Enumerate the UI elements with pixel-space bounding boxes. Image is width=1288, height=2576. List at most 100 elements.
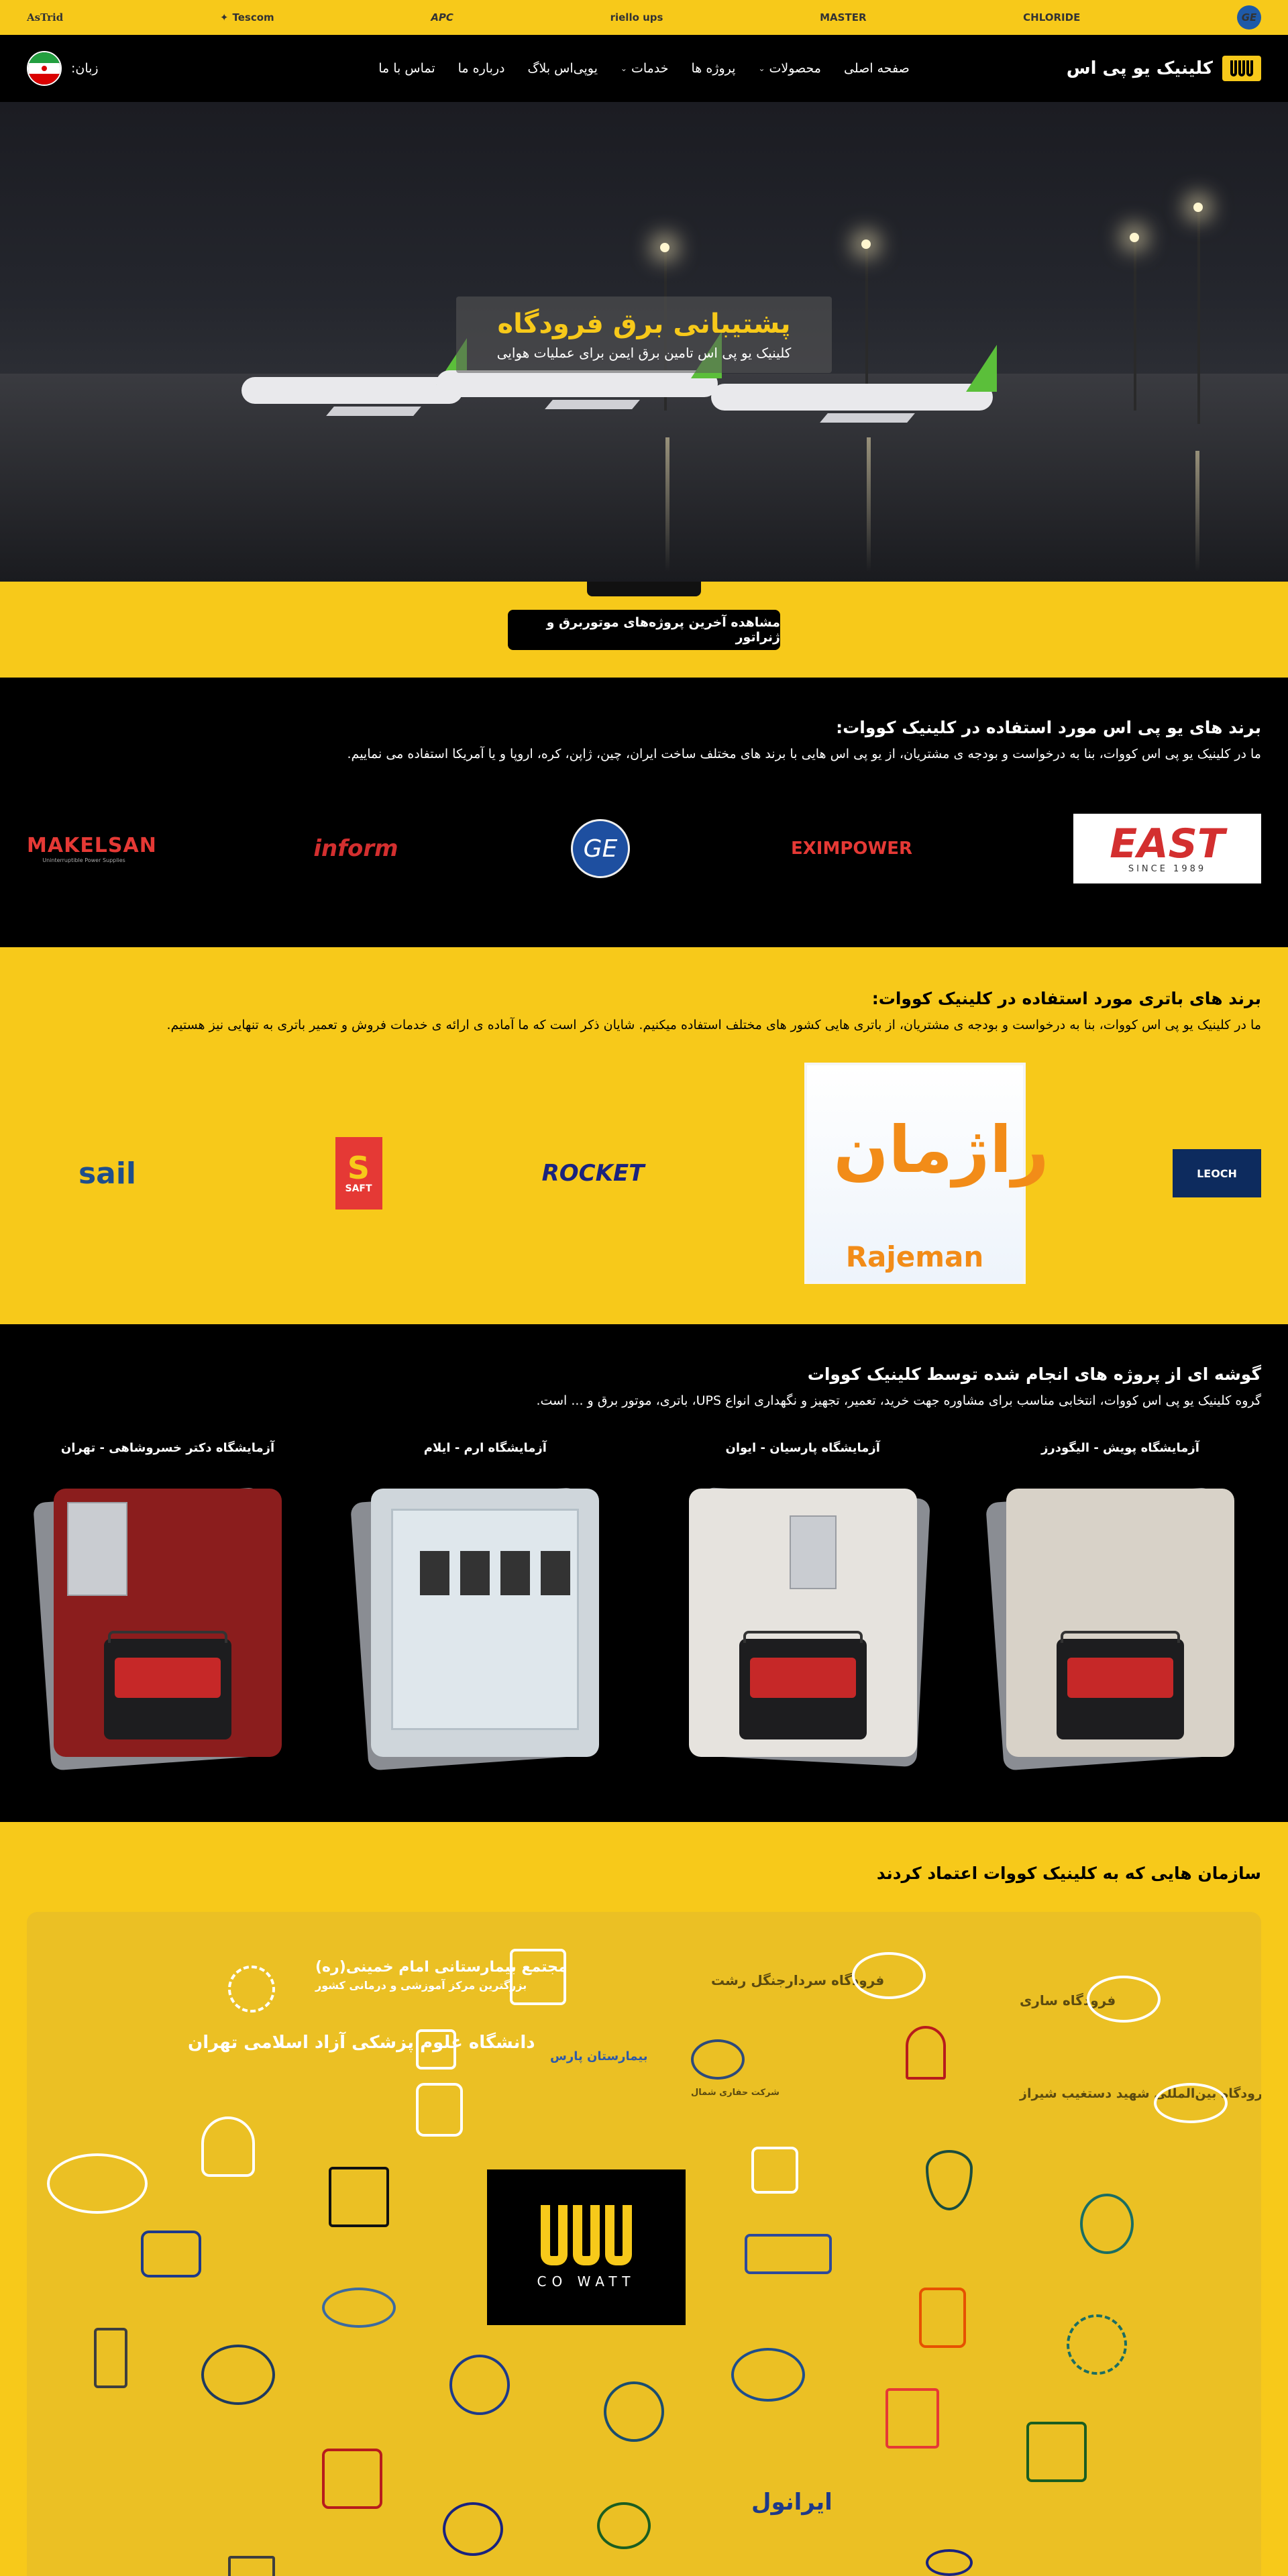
projects-description: گروه کلینیک یو پی اس کووات، انتخابی مناس… <box>536 1393 1261 1408</box>
iran-flag-icon[interactable] <box>27 51 62 86</box>
battery-brands-description: ما در کلینیک یو پی اس کووات، بنا به درخو… <box>166 1018 1261 1032</box>
organization-logo-icon <box>745 2234 832 2274</box>
project-title: آزمایشگاه پارسیان - ایوان <box>725 1441 880 1455</box>
university-seal-icon <box>322 2288 396 2328</box>
organization-emblem-icon <box>751 2147 798 2194</box>
project-title: آزمایشگاه دکتر خسروشاهی - تهران <box>60 1441 275 1455</box>
brand-tescom-logo: ✦ Tescom <box>220 11 274 23</box>
east-logo-subtext: SINCE 1989 <box>1128 863 1207 874</box>
ge-logo: GE <box>571 819 630 878</box>
saft-s-icon: S <box>347 1150 370 1186</box>
chevron-down-icon: ⌄ <box>758 64 765 73</box>
iranol-logo: ایرانول <box>751 2489 833 2516</box>
project-image-stack[interactable] <box>33 1487 282 1771</box>
battery-brands-section: برند های باتری مورد استفاده در کلینیک کو… <box>0 947 1288 1324</box>
nav-label: درباره ما <box>458 61 505 76</box>
airport-emblem-icon <box>1087 1976 1161 2023</box>
brand-master-logo: MASTER <box>820 11 867 23</box>
project-image <box>54 1489 282 1757</box>
imam-khomeini-hospital-subtitle: بزرگترین مرکز آموزشی و درمانی کشور <box>315 1979 527 1992</box>
site-logo[interactable]: کلینیک یو پی اس <box>1067 56 1261 81</box>
project-image <box>371 1489 600 1757</box>
project-card[interactable]: آزمایشگاه پارسیان - ایوان <box>676 1441 930 1768</box>
project-card[interactable]: آزمایشگاه ارم - ایلام <box>350 1441 612 1771</box>
airport-light <box>1193 203 1203 212</box>
generator-image <box>1057 1631 1184 1739</box>
nav-item-contact[interactable]: تماس با ما <box>378 61 435 76</box>
airport-light <box>660 243 669 252</box>
battery-brands-header: برند های باتری مورد استفاده در کلینیک کو… <box>166 989 1261 1032</box>
language-switcher[interactable]: زبان: <box>27 35 99 102</box>
university-seal-icon <box>449 2355 510 2415</box>
nav-item-products[interactable]: محصولات ⌄ <box>758 61 821 76</box>
project-image <box>1006 1489 1234 1757</box>
nav-item-blog[interactable]: یوپی‌اس بلاگ <box>528 61 598 76</box>
site-header: کلینیک یو پی اس صفحه اصلی محصولات ⌄ پروژه… <box>0 35 1288 102</box>
language-label: زبان: <box>71 61 99 76</box>
makelsan-logo-text: MAKELSAN <box>27 834 157 857</box>
hospital-emblem-icon <box>1080 2194 1134 2254</box>
ups-brand-logos: MAKELSAN Uninterruptible Power Supplies i… <box>27 812 1261 885</box>
project-image-stack[interactable] <box>350 1487 600 1771</box>
makelsan-logo-subtext: Uninterruptible Power Supplies <box>42 857 125 863</box>
oil-company-emblem-icon <box>443 2502 503 2556</box>
project-image-stack[interactable] <box>688 1487 930 1768</box>
breaker <box>500 1551 531 1595</box>
azad-medical-university-logo: دانشگاه علوم پزشکی آزاد اسلامی تهران <box>188 2033 535 2053</box>
airplane <box>711 345 997 423</box>
light-reflection <box>867 437 871 572</box>
brand-riello-logo: riello ups <box>610 11 663 23</box>
latest-projects-button[interactable]: مشاهده آخرین پروژه‌های موتوربرق و ژنراتو… <box>508 610 780 650</box>
partially-hidden-button[interactable] <box>587 582 701 596</box>
nav-label: تماس با ما <box>378 61 435 76</box>
project-card[interactable]: آزمایشگاه دکتر خسروشاهی - تهران <box>33 1441 295 1771</box>
airport-emblem-icon <box>852 1952 926 1999</box>
chevron-down-icon: ⌄ <box>620 64 627 73</box>
rajeman-logo-persian: راژمان <box>833 1112 1049 1187</box>
nav-item-services[interactable]: خدمات ⌄ <box>621 61 669 76</box>
breaker-panel <box>391 1509 580 1730</box>
project-title: آزمایشگاه پویش - الیگودرز <box>1041 1441 1199 1455</box>
organization-logo-icon <box>228 2556 275 2576</box>
clients-section: سازمان هایی که به کلینیک کووات اعتماد کر… <box>0 1822 1288 2576</box>
light-pole <box>1134 236 1136 411</box>
hero-title: پشتیبانی برق فرودگاه <box>497 309 791 339</box>
cta-band: مشاهده آخرین پروژه‌های موتوربرق و ژنراتو… <box>0 582 1288 678</box>
nav-label: خدمات <box>631 61 669 76</box>
justice-emblem-icon <box>94 2328 127 2388</box>
light-reflection <box>665 437 669 572</box>
cowatt-logo-icon <box>1222 56 1261 81</box>
tescom-icon: ✦ <box>219 11 229 23</box>
sail-logo: sail <box>78 1156 137 1191</box>
nav-item-projects[interactable]: پروژه ها <box>692 61 736 76</box>
project-image-stack[interactable] <box>985 1487 1234 1771</box>
light-reflection <box>1195 451 1199 572</box>
makelsan-logo: MAKELSAN Uninterruptible Power Supplies <box>27 834 156 863</box>
projects-title: گوشه ای از پروژه های انجام شده توسط کلین… <box>807 1364 1261 1384</box>
project-card[interactable]: آزمایشگاه پویش - الیگودرز <box>985 1441 1248 1771</box>
cowatt-logo-icon <box>541 2205 632 2265</box>
breaker <box>460 1551 490 1595</box>
rajeman-logo: راژمان Rajeman <box>804 1063 1049 1284</box>
organization-emblem-icon <box>906 2026 946 2080</box>
cowatt-center-text: CO WATT <box>537 2273 636 2290</box>
brand-ge-logo: GE <box>1236 5 1261 30</box>
government-emblem-icon <box>329 2167 389 2227</box>
projects-section: گوشه ای از پروژه های انجام شده توسط کلین… <box>0 1324 1288 1822</box>
airport-light <box>861 239 871 249</box>
generator-image <box>104 1631 232 1739</box>
hero-caption: پشتیبانی برق فرودگاه کلینیک یو پی اس تام… <box>456 297 832 373</box>
brand-apc-logo: APC <box>431 11 453 23</box>
nav-item-about[interactable]: درباره ما <box>458 61 505 76</box>
ups-brands-header: برند های یو پی اس مورد استفاده در کلینیک… <box>347 718 1261 761</box>
nav-item-home[interactable]: صفحه اصلی <box>844 61 910 76</box>
hero-subtitle: کلینیک یو پی اس تامین برق ایمن برای عملی… <box>496 345 792 361</box>
breaker <box>420 1551 450 1595</box>
organization-logo-icon <box>926 2549 973 2576</box>
east-logo-text: EAST <box>1110 820 1225 867</box>
university-emblem-icon <box>416 2029 456 2070</box>
organization-logo-icon <box>141 2231 201 2277</box>
inform-logo: inform <box>313 835 398 862</box>
university-seal-icon <box>416 2083 463 2137</box>
east-logo: EAST SINCE 1989 <box>1073 814 1261 883</box>
